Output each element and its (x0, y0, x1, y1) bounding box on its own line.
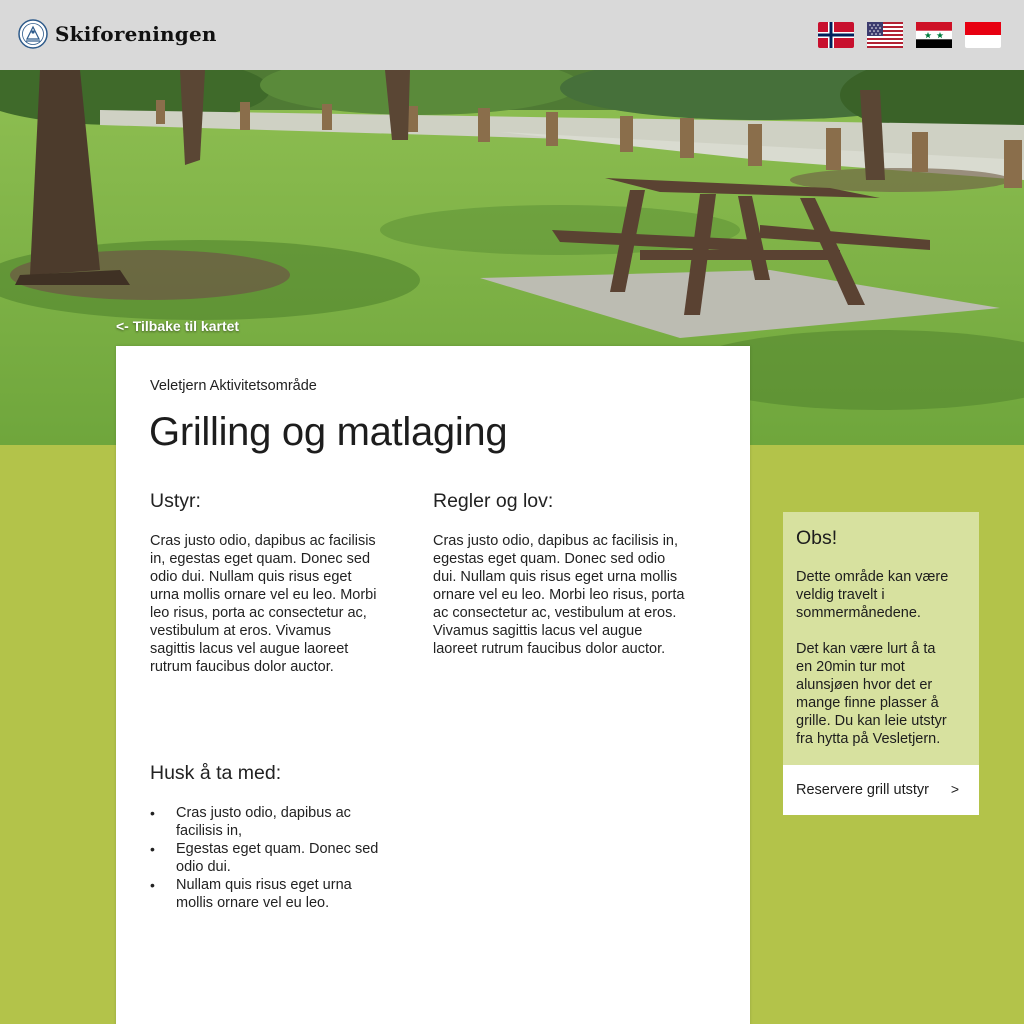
equipment-text: Cras justo odio, dapibus ac facilisis in… (150, 533, 377, 675)
content-card: Veletjern Aktivitetsområde Grilling og m… (116, 346, 750, 1024)
rules-heading: Regler og lov: (433, 490, 554, 512)
remember-heading: Husk å ta med: (150, 762, 282, 784)
remember-list: Cras justo odio, dapibus ac facilisis in… (150, 804, 390, 912)
reserve-grill-equipment-button[interactable]: Reservere grill utstyr > (783, 765, 979, 815)
indonesian-flag-icon[interactable] (965, 22, 1001, 48)
skiforeningen-logo-icon[interactable] (18, 19, 48, 49)
rules-text: Cras justo odio, dapibus ac facilisis in… (433, 533, 685, 657)
back-to-map-link[interactable]: <- Tilbake til kartet (116, 318, 239, 334)
list-item: Cras justo odio, dapibus ac facilisis in… (150, 804, 390, 840)
page-title: Grilling og matlaging (149, 410, 508, 454)
syrian-flag-icon[interactable] (916, 22, 952, 48)
notice-title: Obs! (796, 527, 838, 549)
us-flag-icon[interactable] (867, 22, 903, 48)
list-item: Nullam quis risus eget urna mollis ornar… (150, 876, 390, 912)
notice-box: Obs! Dette område kan være veldig travel… (783, 512, 979, 765)
list-item: Egestas eget quam. Donec sed odio dui. (150, 840, 390, 876)
brand-name[interactable]: Skiforeningen (55, 22, 217, 46)
site-header: Skiforeningen (0, 0, 1024, 70)
reserve-button-label: Reservere grill utstyr (796, 782, 929, 798)
equipment-heading: Ustyr: (150, 490, 201, 512)
notice-paragraph-2: Det kan være lurt å ta en 20min tur mot … (796, 641, 947, 747)
norwegian-flag-icon[interactable] (818, 22, 854, 48)
chevron-right-icon: > (950, 781, 959, 797)
breadcrumb[interactable]: Veletjern Aktivitetsområde (150, 378, 317, 394)
notice-paragraph-1: Dette område kan være veldig travelt i s… (796, 569, 949, 621)
